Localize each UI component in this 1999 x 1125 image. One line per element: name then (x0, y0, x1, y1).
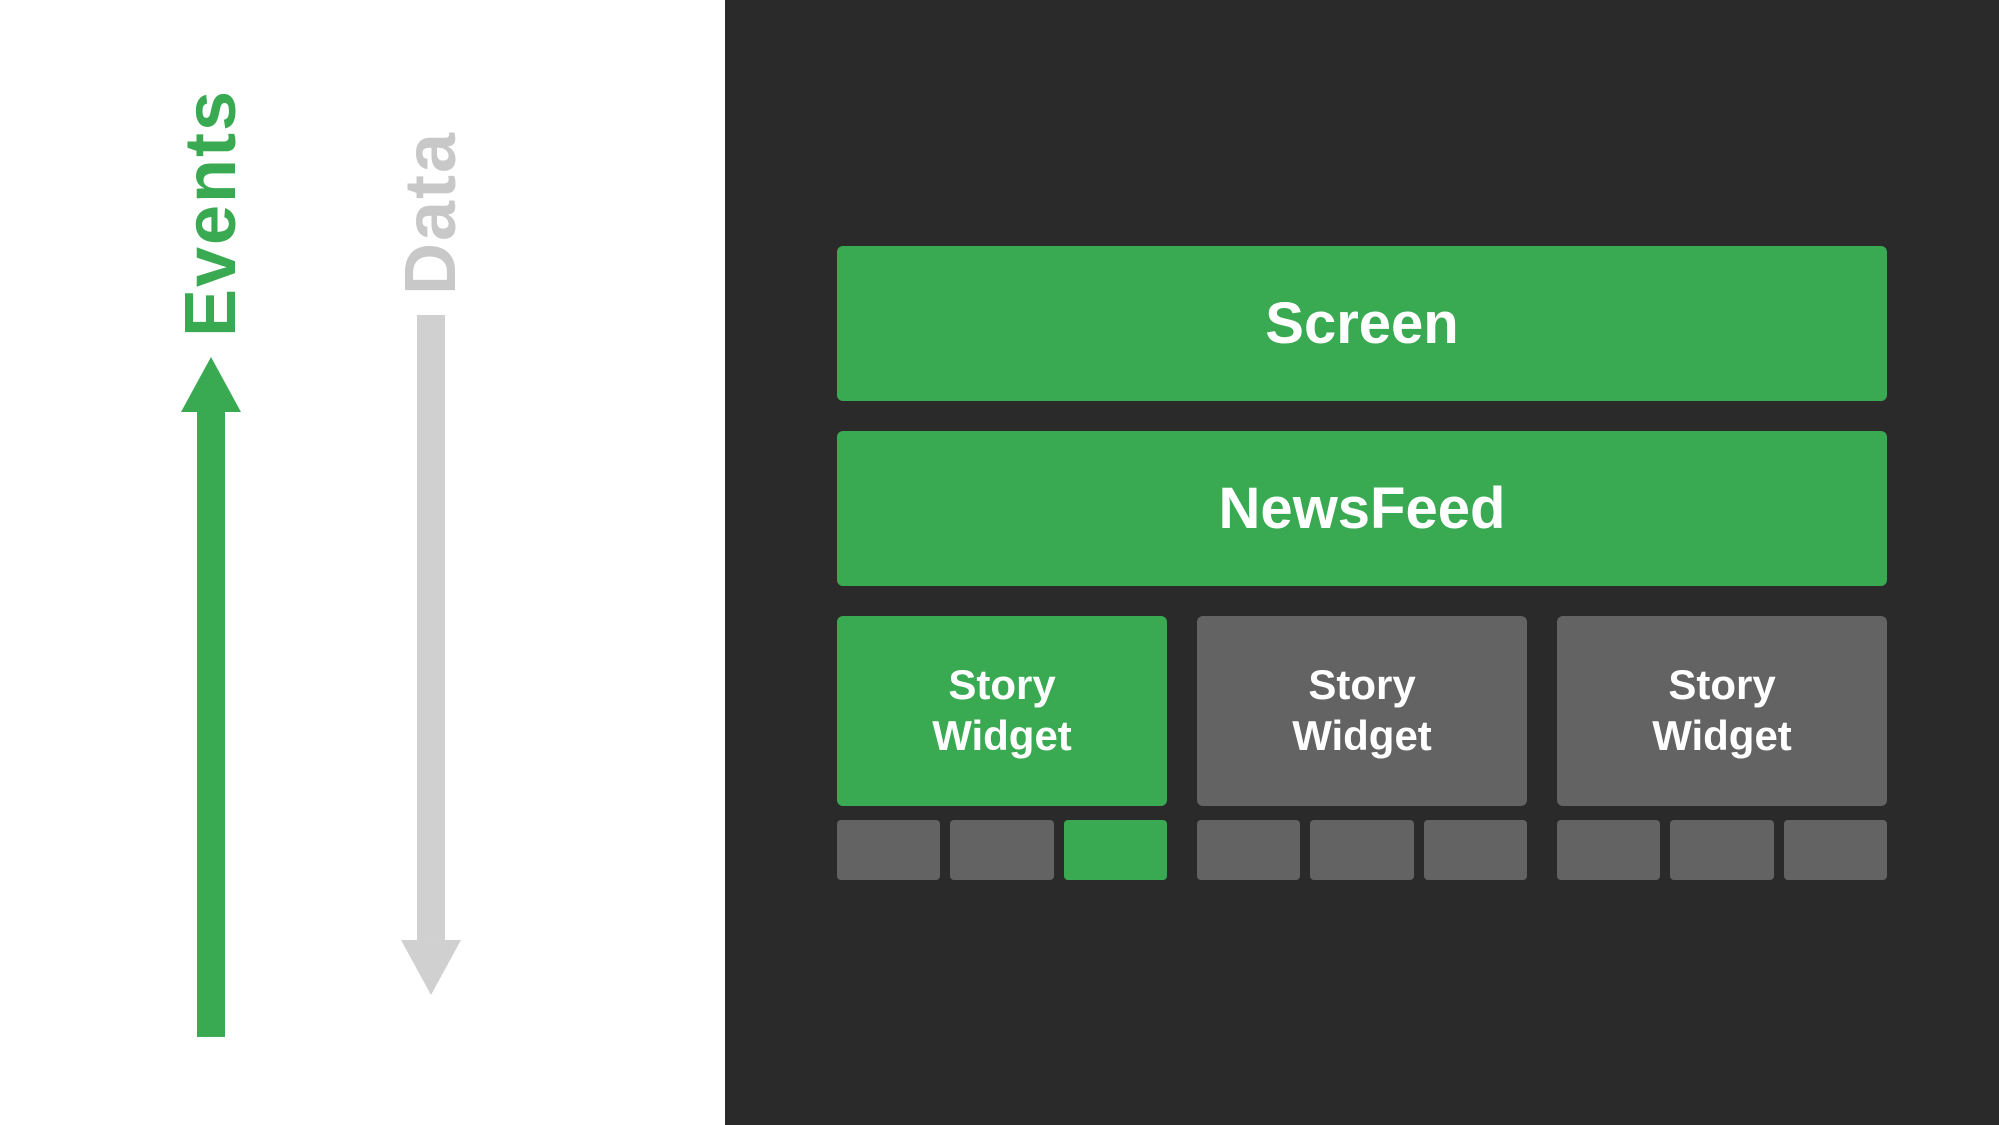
sub-box-2-1 (1197, 820, 1300, 880)
data-arrow-down (417, 315, 445, 995)
data-label: Data (390, 130, 472, 294)
story-widget-2: StoryWidget (1197, 616, 1527, 806)
events-label: Events (170, 88, 252, 336)
left-panel: Events Data (0, 0, 725, 1125)
sub-box-3-3 (1784, 820, 1887, 880)
sub-box-2-3 (1424, 820, 1527, 880)
widget-col-1: StoryWidget (837, 616, 1167, 880)
data-arrow-head (401, 940, 461, 995)
newsfeed-box: NewsFeed (837, 431, 1887, 586)
story-widget-1: StoryWidget (837, 616, 1167, 806)
story-widget-2-label: StoryWidget (1292, 660, 1432, 761)
widgets-row: StoryWidget StoryWidget StoryWidget (837, 616, 1887, 880)
sub-box-1-3 (1064, 820, 1167, 880)
events-arrow-head (181, 357, 241, 412)
sub-box-1-2 (950, 820, 1053, 880)
sub-box-3-2 (1670, 820, 1773, 880)
events-arrow-body (197, 412, 225, 1037)
sub-box-1-1 (837, 820, 940, 880)
widget-col-2: StoryWidget (1197, 616, 1527, 880)
sub-boxes-row-1 (837, 820, 1167, 880)
story-widget-3-label: StoryWidget (1652, 660, 1792, 761)
data-arrow-body (417, 315, 445, 940)
story-widget-1-label: StoryWidget (932, 660, 1072, 761)
events-arrow-up (197, 357, 225, 1037)
events-arrow-container: Events (170, 88, 252, 1036)
newsfeed-label: NewsFeed (1219, 475, 1506, 542)
sub-boxes-row-3 (1557, 820, 1887, 880)
right-panel: Screen NewsFeed StoryWidget StoryWidget (725, 0, 1999, 1125)
data-arrow-container: Data (390, 130, 472, 994)
sub-box-2-2 (1310, 820, 1413, 880)
widget-col-3: StoryWidget (1557, 616, 1887, 880)
screen-label: Screen (1265, 290, 1458, 357)
sub-boxes-row-2 (1197, 820, 1527, 880)
screen-box: Screen (837, 246, 1887, 401)
sub-box-3-1 (1557, 820, 1660, 880)
story-widget-3: StoryWidget (1557, 616, 1887, 806)
